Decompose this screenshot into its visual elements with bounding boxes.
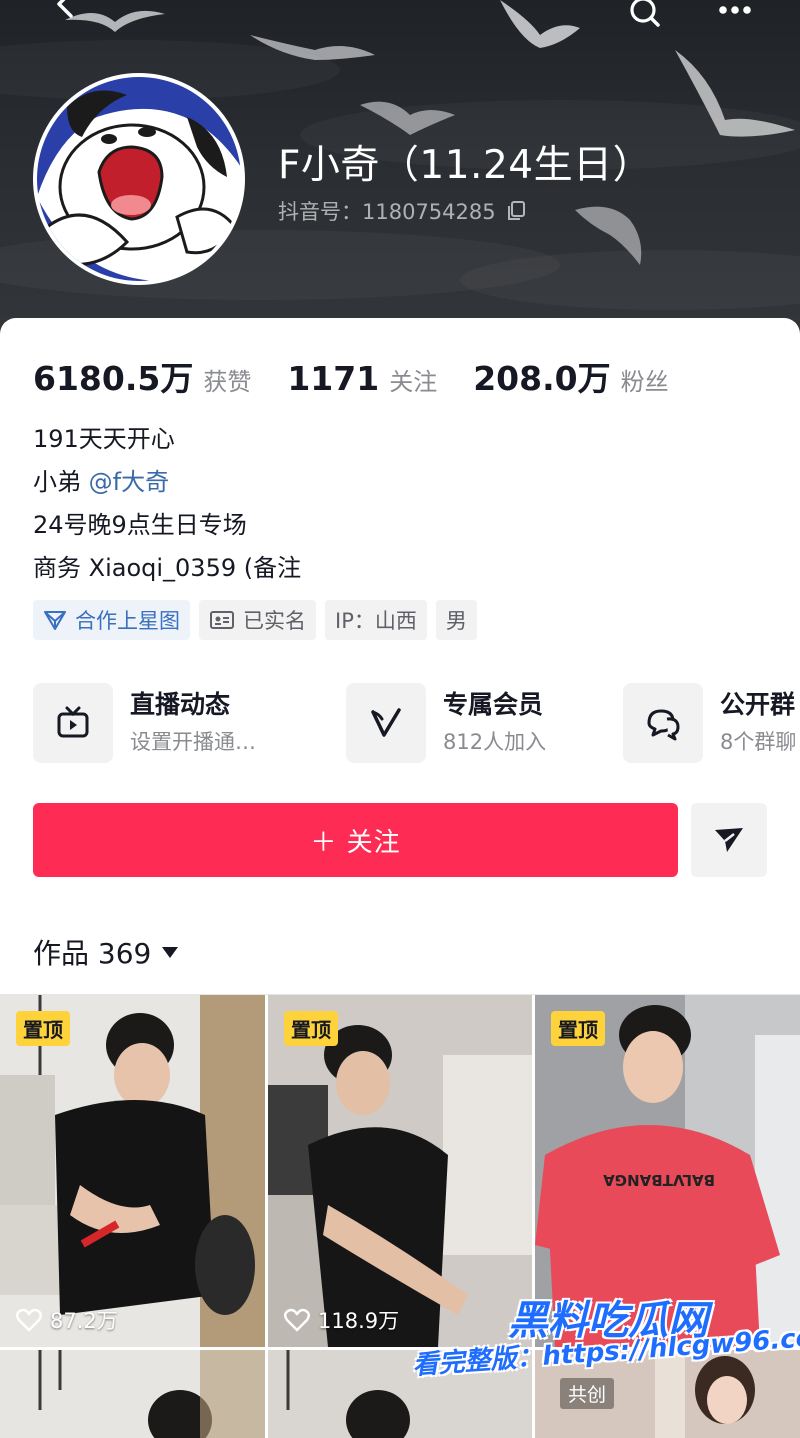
tag-ip-location: IP：山西: [325, 600, 427, 640]
seagull-decoration: [675, 50, 795, 137]
douyin-id: 抖音号：1180754285: [278, 196, 526, 226]
seagull-decoration: [360, 101, 455, 135]
search-button[interactable]: [622, 0, 666, 28]
collab-badge: 共创: [560, 1378, 615, 1409]
group-chat-icon: [647, 709, 680, 741]
tag-label: 已实名: [243, 609, 306, 633]
tag-label: 合作上星图: [75, 609, 180, 633]
tag-verified[interactable]: 已实名: [199, 600, 316, 640]
profile-tags: 合作上星图 已实名 IP：山西 男: [33, 600, 477, 640]
feature-vip-membership[interactable]: 专属会员 812人加入: [346, 681, 546, 765]
feature-icon-box: [346, 683, 426, 763]
bio-line: 商务 Xiaoqi_0359 (备注: [33, 554, 302, 582]
follow-button[interactable]: ＋ 关注: [33, 803, 678, 877]
feature-icon-box: [623, 683, 703, 763]
douyin-id-text: 抖音号：1180754285: [278, 200, 496, 224]
pinned-badge: 置顶: [284, 1011, 338, 1046]
more-button[interactable]: [713, 0, 757, 28]
vip-v-icon: [371, 708, 401, 737]
bio-text: 小弟: [33, 468, 89, 496]
heart-outline-icon: [284, 1308, 310, 1332]
star-map-icon: [44, 611, 66, 630]
chevron-left-icon: [57, 0, 73, 18]
video-cover-image: [0, 1350, 265, 1438]
video-thumbnail[interactable]: [0, 1350, 265, 1438]
heart-outline-icon: [16, 1308, 42, 1332]
tag-label: IP：山西: [335, 609, 417, 633]
feature-live-updates[interactable]: 直播动态 设置开播通…: [33, 681, 256, 765]
feature-title: 直播动态: [130, 690, 231, 719]
likes-count: 6180.5万: [33, 359, 194, 398]
seagull-decoration: [500, 0, 580, 48]
send-icon: [715, 828, 743, 852]
svg-text:BALVTBANGA: BALVTBANGA: [603, 1171, 715, 1189]
likes-count-text: 118.9万: [318, 1309, 400, 1333]
likes-label: 获赞: [203, 368, 252, 396]
video-thumbnail[interactable]: 置顶 118.9万: [268, 995, 532, 1347]
profile-nickname: F小奇（11.24生日）: [278, 143, 653, 188]
caret-down-icon: [162, 947, 179, 958]
feature-icon-box: [33, 683, 113, 763]
copy-icon[interactable]: [506, 200, 526, 222]
profile-bio: 191天天开心 小弟 @f大奇 24号晚9点生日专场 商务 Xiaoqi_035…: [33, 418, 301, 590]
pinned-badge: 置顶: [551, 1011, 605, 1046]
tag-gender: 男: [435, 600, 477, 640]
video-grid: 置顶 87.2万 置顶 118.9万 BALVTBANGA 置顶: [0, 995, 800, 1438]
stats-row: 6180.5万 获赞 1171 关注 208.0万 粉丝: [33, 352, 669, 400]
feature-entries: 直播动态 设置开播通… 专属会员 812人加入 公开群 8个群聊: [33, 681, 800, 765]
pinned-badge: 置顶: [16, 1011, 70, 1046]
search-icon: [630, 0, 660, 27]
following-label[interactable]: 关注: [389, 362, 437, 397]
feature-subtitle: 8个群聊: [720, 730, 797, 754]
bio-line: 191天天开心: [33, 425, 175, 453]
tag-label: 男: [445, 609, 467, 633]
bio-line: 小弟 @f大奇: [33, 461, 301, 504]
video-likes: 118.9万: [284, 1305, 399, 1335]
profile-header-banner: F小奇（11.24生日） 抖音号：1180754285: [0, 0, 800, 345]
video-cover-image: [0, 995, 265, 1347]
feature-title: 公开群: [720, 690, 796, 719]
id-card-icon: [210, 611, 234, 629]
followers-count[interactable]: 208.0万: [473, 352, 610, 400]
video-thumbnail[interactable]: 置顶 87.2万: [0, 995, 265, 1347]
feature-subtitle: 设置开播通…: [130, 730, 256, 754]
feature-title: 专属会员: [443, 690, 544, 719]
tv-icon: [57, 706, 89, 738]
works-tab[interactable]: 作品 369: [33, 932, 179, 972]
video-cover-image: [268, 995, 532, 1347]
works-tab-label: 作品 369: [33, 937, 152, 970]
cartoon-dog-avatar-image: [37, 77, 241, 281]
bio-line: 24号晚9点生日专场: [33, 511, 247, 539]
share-button[interactable]: [691, 803, 767, 877]
feature-public-groups[interactable]: 公开群 8个群聊: [623, 681, 796, 765]
more-dots-icon: [719, 6, 751, 14]
mention-link[interactable]: @f大奇: [89, 468, 169, 496]
feature-subtitle: 812人加入: [443, 730, 547, 754]
video-likes: 87.2万: [16, 1305, 118, 1335]
tag-star-map[interactable]: 合作上星图: [33, 600, 190, 640]
followers-label[interactable]: 粉丝: [621, 362, 669, 397]
following-count[interactable]: 1171: [287, 359, 379, 398]
seagull-decoration: [250, 35, 375, 60]
avatar[interactable]: [33, 73, 245, 285]
seagull-decoration: [575, 206, 642, 265]
back-button[interactable]: [44, 0, 88, 28]
likes-count-text: 87.2万: [50, 1309, 118, 1333]
